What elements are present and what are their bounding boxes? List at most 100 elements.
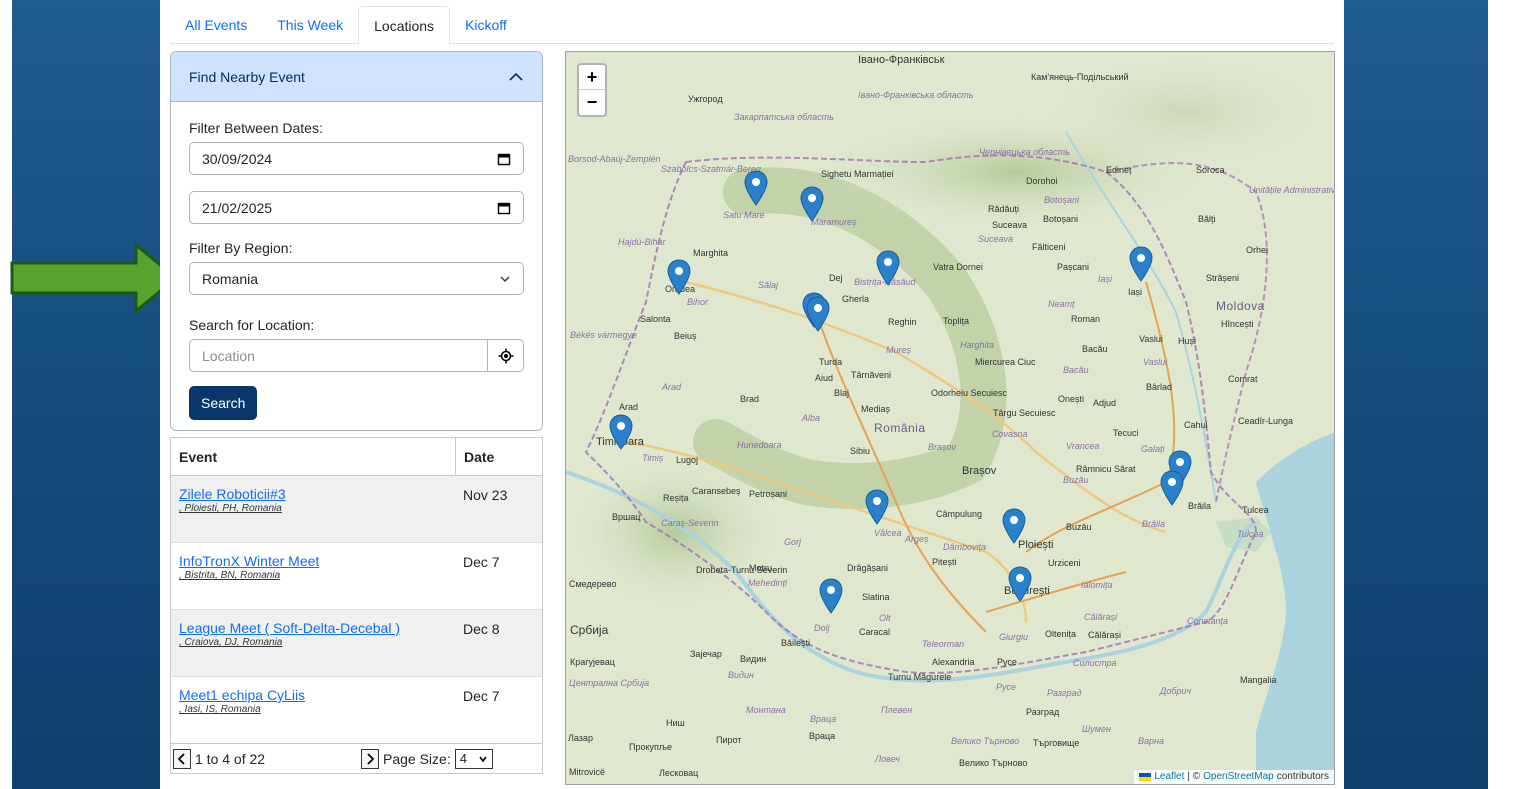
event-location[interactable]: , Iasi, IS, Romania xyxy=(179,704,448,716)
map-marker-icon[interactable] xyxy=(806,296,830,332)
region-select[interactable]: Romania xyxy=(189,262,524,295)
map-label: Разград xyxy=(1047,688,1082,698)
map-label: Strășeni xyxy=(1206,273,1240,283)
event-link[interactable]: Meet1 echipa CyLiis xyxy=(179,687,448,704)
map-label: Ниш xyxy=(666,718,685,728)
map-label: Варна xyxy=(1138,736,1164,746)
chevron-right-icon xyxy=(367,752,375,765)
map-label: Pașcani xyxy=(1057,262,1090,272)
map-label: Suceava xyxy=(978,234,1014,244)
map-label: Русе xyxy=(996,682,1017,692)
map-marker-icon[interactable] xyxy=(744,170,768,206)
map-label: Зајечар xyxy=(690,649,722,659)
pagination-text: 1 to 4 of 22 xyxy=(195,750,266,767)
page-size-select[interactable]: 4 xyxy=(454,748,493,769)
date-column-header[interactable]: Date xyxy=(456,438,542,475)
map-marker-icon[interactable] xyxy=(876,250,900,286)
map-label: Vatra Dornei xyxy=(933,262,983,272)
map-label: Brad xyxy=(740,394,760,404)
map-label: Buzău xyxy=(1063,475,1089,485)
tab-bar: All Events This Week Locations Kickoff xyxy=(170,6,1334,45)
next-page-button[interactable] xyxy=(361,748,379,769)
map-label: Србија xyxy=(570,623,609,637)
search-button[interactable]: Search xyxy=(189,386,258,420)
map-label: Tecuci xyxy=(1113,428,1139,438)
map-label: Монтана xyxy=(746,705,786,715)
map-marker-icon[interactable] xyxy=(1008,566,1032,602)
tab-locations[interactable]: Locations xyxy=(358,6,451,45)
map-label: Враца xyxy=(809,731,836,741)
map-label: Huși xyxy=(1178,336,1197,346)
chevron-left-icon xyxy=(177,752,185,765)
map-label: Добрич xyxy=(1160,686,1192,696)
event-date: Dec 8 xyxy=(463,621,500,637)
map-label: Bacău xyxy=(1063,365,1089,375)
map-label: Edineț xyxy=(1106,165,1132,175)
map-marker-icon[interactable] xyxy=(865,489,889,525)
event-column-header[interactable]: Event xyxy=(171,438,456,475)
prev-page-button[interactable] xyxy=(173,748,191,769)
start-date-input[interactable]: 30/09/2024 xyxy=(189,142,524,175)
zoom-in-button[interactable]: + xyxy=(579,65,605,90)
map-marker-icon[interactable] xyxy=(1002,508,1026,544)
leaflet-link[interactable]: Leaflet xyxy=(1154,770,1184,784)
map-attribution: Leaflet | © OpenStreetMap contributors xyxy=(1134,770,1334,784)
map-label: Gorj xyxy=(784,537,802,547)
map-label: Botoșani xyxy=(1043,214,1079,224)
event-location[interactable]: , Ploiesti, PH, Romania xyxy=(179,503,448,515)
map-label: Пирот xyxy=(716,735,742,745)
map-label: Aiud xyxy=(815,373,834,383)
event-link[interactable]: InfoTronX Winter Meet xyxy=(179,553,448,570)
map-label: Лесковац xyxy=(659,768,699,778)
map-label: Bihor xyxy=(687,297,709,307)
map-label: Alexandria xyxy=(932,657,975,667)
map-label: Miercurea Ciuc xyxy=(975,357,1036,367)
map-label: Brașov xyxy=(928,442,957,452)
map-marker-icon[interactable] xyxy=(819,578,843,614)
map-marker-icon[interactable] xyxy=(800,186,824,222)
map-label: Ialomița xyxy=(1081,580,1113,590)
tab-kickoff[interactable]: Kickoff xyxy=(450,6,522,44)
calendar-icon[interactable] xyxy=(497,152,511,166)
map-label: Gherla xyxy=(842,294,870,304)
map-marker-icon[interactable] xyxy=(1160,470,1184,506)
map-marker-icon[interactable] xyxy=(1129,246,1153,282)
right-background-band xyxy=(1344,0,1488,789)
pagination-bar: 1 to 4 of 22 Page Size: 4 xyxy=(171,743,542,773)
calendar-icon[interactable] xyxy=(497,201,511,215)
event-map[interactable]: Івано-Франківськ Кам'янець-Подільський У… xyxy=(565,51,1335,785)
locate-me-button[interactable] xyxy=(488,339,524,372)
map-label: Велико Търново xyxy=(951,736,1020,746)
map-label: Івано-Франківська область xyxy=(858,90,974,100)
location-input[interactable]: Location xyxy=(189,339,488,372)
tab-all-events[interactable]: All Events xyxy=(170,6,262,44)
tab-this-week[interactable]: This Week xyxy=(262,6,358,44)
map-label: Vrancea xyxy=(1066,441,1100,451)
map-label: Râmnicu Sărat xyxy=(1076,464,1136,474)
map-label: Băilești xyxy=(781,638,811,648)
map-label: Смедерево xyxy=(569,579,617,589)
map-label: Прокупље xyxy=(629,742,673,752)
zoom-out-button[interactable]: − xyxy=(579,90,605,115)
event-date: Dec 7 xyxy=(463,554,500,570)
map-label: Лазар xyxy=(568,733,593,743)
event-location[interactable]: , Bistrita, BN, Romania xyxy=(179,570,448,582)
map-label: Централна Србија xyxy=(569,678,650,688)
map-marker-icon[interactable] xyxy=(609,414,633,450)
accordion-header[interactable]: Find Nearby Event xyxy=(171,52,542,102)
event-link[interactable]: League Meet ( Soft-Delta-Decebal ) xyxy=(179,620,448,637)
map-label: Blaj xyxy=(834,388,850,398)
map-marker-icon[interactable] xyxy=(667,259,691,295)
map-label: Brașov xyxy=(962,465,997,477)
map-label: Lugoj xyxy=(676,455,699,465)
event-link[interactable]: Zilele Roboticii#3 xyxy=(179,486,448,503)
map-label: Vaslui xyxy=(1139,334,1163,344)
osm-link[interactable]: OpenStreetMap xyxy=(1203,770,1274,784)
chevron-up-icon xyxy=(509,72,523,81)
map-label: Târnăveni xyxy=(851,370,892,380)
event-location[interactable]: , Craiova, DJ, Romania xyxy=(179,637,448,649)
map-label: Разград xyxy=(1026,707,1060,717)
location-input-group: Location xyxy=(189,339,524,372)
end-date-input[interactable]: 21/02/2025 xyxy=(189,191,524,224)
map-label: Neamț xyxy=(1048,299,1075,309)
